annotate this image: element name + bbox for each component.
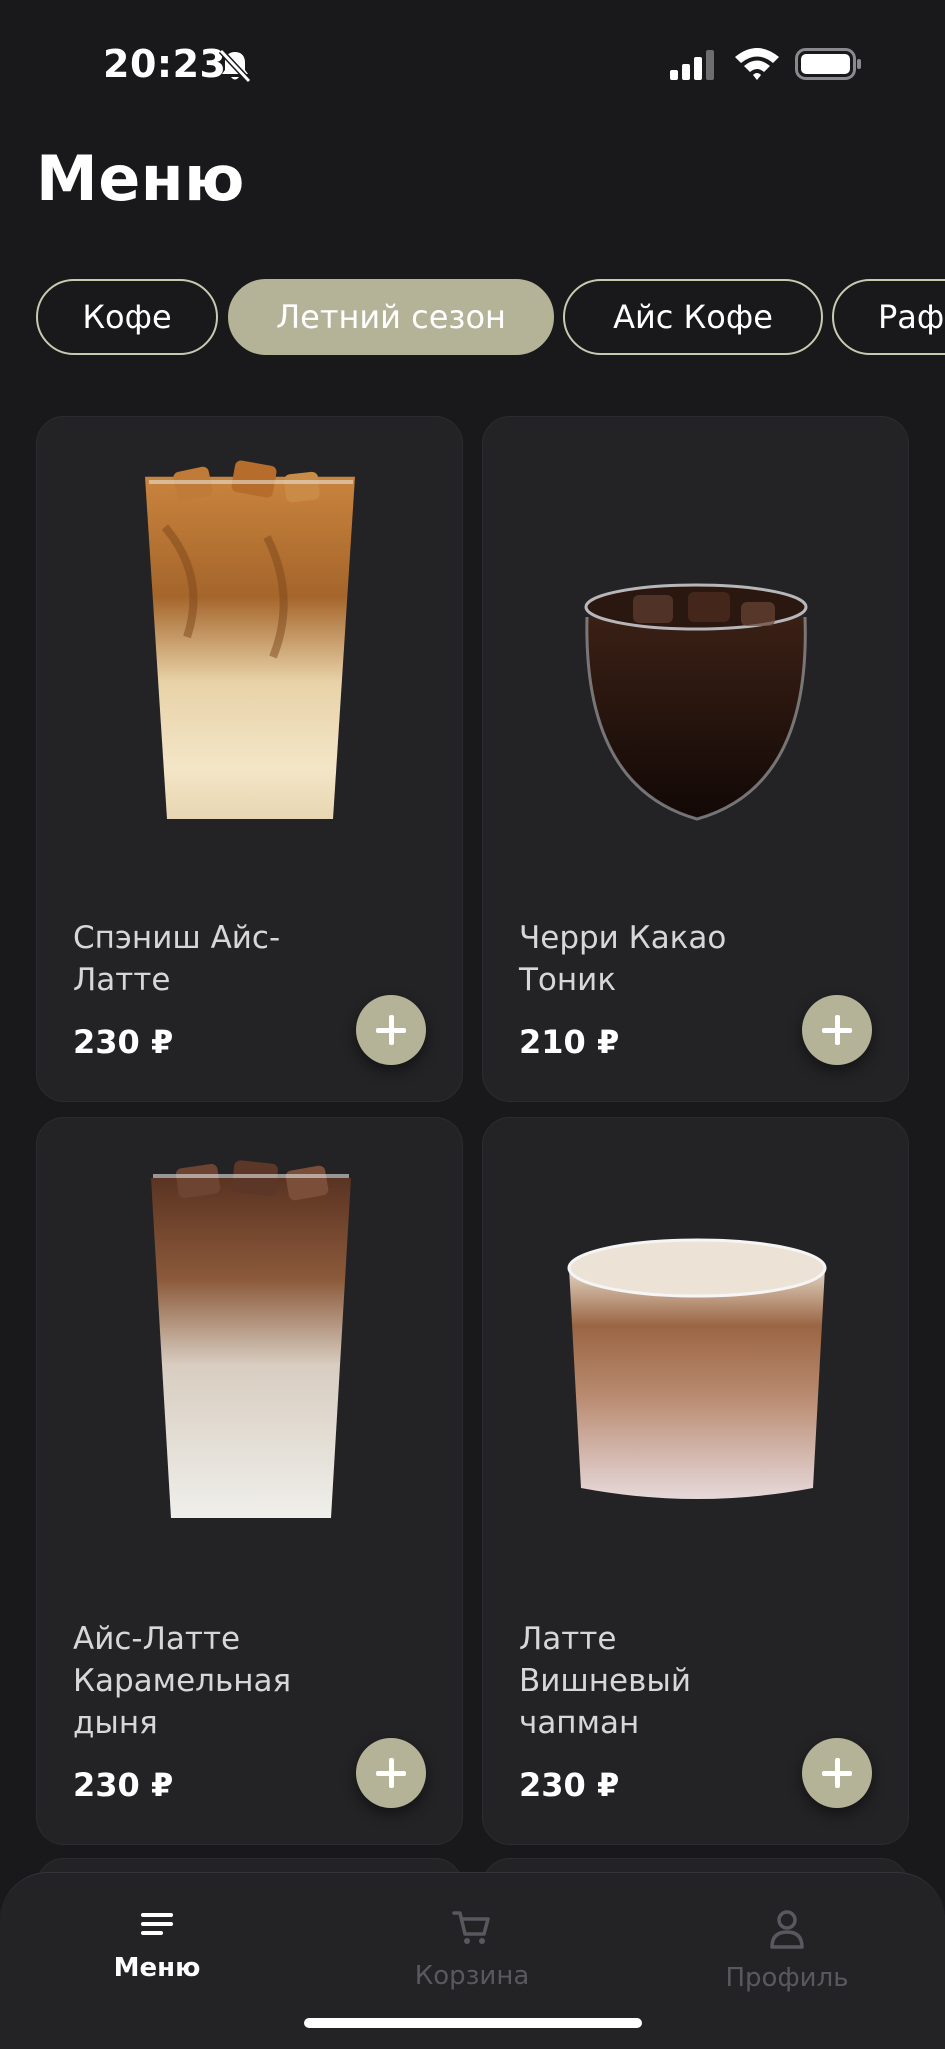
product-card[interactable]: Черри Какао Тоник 210 ₽ [482,416,909,1102]
product-name: Латте Вишневый чапман [519,1621,692,1741]
product-image [584,583,808,821]
add-to-cart-button[interactable] [802,995,872,1065]
home-indicator [304,2018,642,2028]
tab-ice-coffee[interactable]: Айс Кофе [563,279,823,355]
tab-summer-season[interactable]: Летний сезон [228,279,554,355]
battery-icon [795,48,861,80]
nav-profile-label: Профиль [725,1963,849,1993]
cart-icon [452,1911,490,1944]
product-card[interactable]: Латте Вишневый чапман 230 ₽ [482,1117,909,1845]
product-name: Черри Какао Тоник [519,920,727,998]
wifi-icon [735,48,779,80]
nav-menu[interactable]: Меню [47,1909,267,1983]
product-name: Айс-Латте Карамельная дыня [73,1621,292,1741]
product-price: 230 ₽ [73,1766,174,1804]
product-price: 210 ₽ [519,1023,620,1061]
product-card[interactable]: Спэниш Айс- Латте 230 ₽ [36,416,463,1102]
product-name: Спэниш Айс- Латте [73,920,281,998]
profile-icon [770,1910,804,1949]
menu-icon [141,1913,173,1935]
nav-cart[interactable]: Корзина [362,1909,582,1991]
product-card[interactable]: Айс-Латте Карамельная дыня 230 ₽ [36,1117,463,1845]
tab-coffee[interactable]: Кофе [36,279,218,355]
add-to-cart-button[interactable] [356,995,426,1065]
add-to-cart-button[interactable] [802,1738,872,1808]
category-tabs: Кофе Летний сезон Айс Кофе Раф [36,279,945,359]
nav-profile[interactable]: Профиль [677,1909,897,1993]
signal-icon [670,50,714,80]
nav-cart-label: Корзина [414,1961,530,1991]
product-image [145,460,355,819]
product-price: 230 ₽ [73,1023,174,1061]
add-to-cart-button[interactable] [356,1738,426,1808]
tab-raf[interactable]: Раф [832,279,945,355]
product-image [151,1160,351,1518]
product-image [567,1238,827,1499]
product-price: 230 ₽ [519,1766,620,1804]
page-title: Меню [36,142,245,215]
status-time: 20:23 [103,42,227,86]
nav-menu-label: Меню [113,1953,201,1983]
bell-off-icon [218,48,252,84]
status-bar: 20:23 [0,0,945,120]
